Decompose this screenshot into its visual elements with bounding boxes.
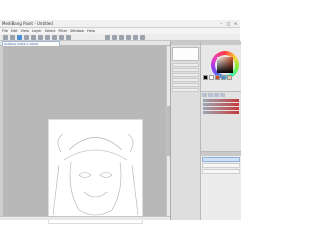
window-title: MediBang Paint - Untitled [2, 21, 53, 26]
swatch-orange[interactable] [215, 75, 220, 80]
panel-row[interactable] [172, 63, 199, 67]
application-window: MediBang Paint - Untitled – □ × File Edi… [0, 20, 241, 224]
panel-tab[interactable] [220, 93, 225, 97]
eraser-tool-icon[interactable] [24, 34, 29, 40]
swatch-blue[interactable] [221, 75, 226, 80]
layer-panel [201, 151, 241, 220]
brush-panel [201, 91, 241, 151]
navigator-preview[interactable] [172, 47, 199, 61]
navigator-panel [171, 41, 201, 220]
tool-options-bar [0, 34, 240, 41]
line-art-sketch [52, 133, 139, 216]
layer-row[interactable] [202, 169, 240, 174]
layer-row[interactable] [202, 163, 240, 168]
swatch-row [203, 75, 232, 80]
close-button[interactable]: × [233, 21, 238, 26]
redo-icon[interactable] [66, 34, 71, 40]
hat-horn-left [57, 133, 64, 153]
brush-size-slider[interactable] [203, 99, 239, 102]
hat-band-line [63, 149, 128, 161]
brush-opacity-slider[interactable] [203, 103, 239, 106]
left-eye [78, 172, 92, 178]
status-bar [0, 216, 170, 220]
brush-slider[interactable] [203, 111, 239, 114]
layer-panel-header [201, 152, 241, 156]
rotate-icon[interactable] [112, 34, 117, 40]
window-controls: – □ × [219, 21, 238, 26]
brush-tool-icon[interactable] [17, 34, 22, 40]
panel-row[interactable] [172, 88, 199, 92]
select-tool-icon[interactable] [31, 34, 36, 40]
undo-icon[interactable] [59, 34, 64, 40]
fill-tool-icon[interactable] [45, 34, 50, 40]
color-panel [201, 41, 241, 91]
swatch-black[interactable] [203, 75, 208, 80]
hair-left-line [52, 164, 60, 216]
swatch-skin[interactable] [227, 75, 232, 80]
face-outline [69, 161, 122, 216]
right-eye [99, 172, 113, 178]
zoom-icon[interactable] [105, 34, 110, 40]
panel-tab[interactable] [208, 93, 213, 97]
swatch-white[interactable] [209, 75, 214, 80]
ruler-icon[interactable] [133, 34, 138, 40]
panel-row[interactable] [172, 73, 199, 77]
panel-tab[interactable] [202, 93, 207, 97]
hat-horn-right [127, 133, 134, 153]
panel-row[interactable] [172, 68, 199, 72]
title-bar: MediBang Paint - Untitled – □ × [0, 20, 240, 28]
open-file-icon[interactable] [10, 34, 15, 40]
grid-icon[interactable] [126, 34, 131, 40]
brush-slider[interactable] [203, 107, 239, 110]
drawing-canvas[interactable] [48, 119, 143, 224]
minimize-button[interactable]: – [219, 21, 224, 26]
layer-row[interactable] [202, 157, 240, 162]
snap-icon[interactable] [119, 34, 124, 40]
navigator-header [171, 41, 200, 45]
panel-row[interactable] [172, 83, 199, 87]
canvas-area[interactable] [4, 46, 166, 224]
panel-tab[interactable] [214, 93, 219, 97]
maximize-button[interactable]: □ [226, 21, 231, 26]
text-tool-icon[interactable] [52, 34, 57, 40]
brush-panel-tabs [201, 92, 241, 98]
mouth-line [83, 191, 108, 198]
move-tool-icon[interactable] [38, 34, 43, 40]
panel-row[interactable] [172, 78, 199, 82]
hair-right-line [131, 164, 139, 216]
new-file-icon[interactable] [3, 34, 8, 40]
hat-brim-line [68, 137, 123, 151]
saturation-value-square[interactable] [217, 57, 233, 73]
settings-icon[interactable] [140, 34, 145, 40]
color-panel-header [201, 41, 241, 45]
right-panel-dock [170, 41, 241, 220]
